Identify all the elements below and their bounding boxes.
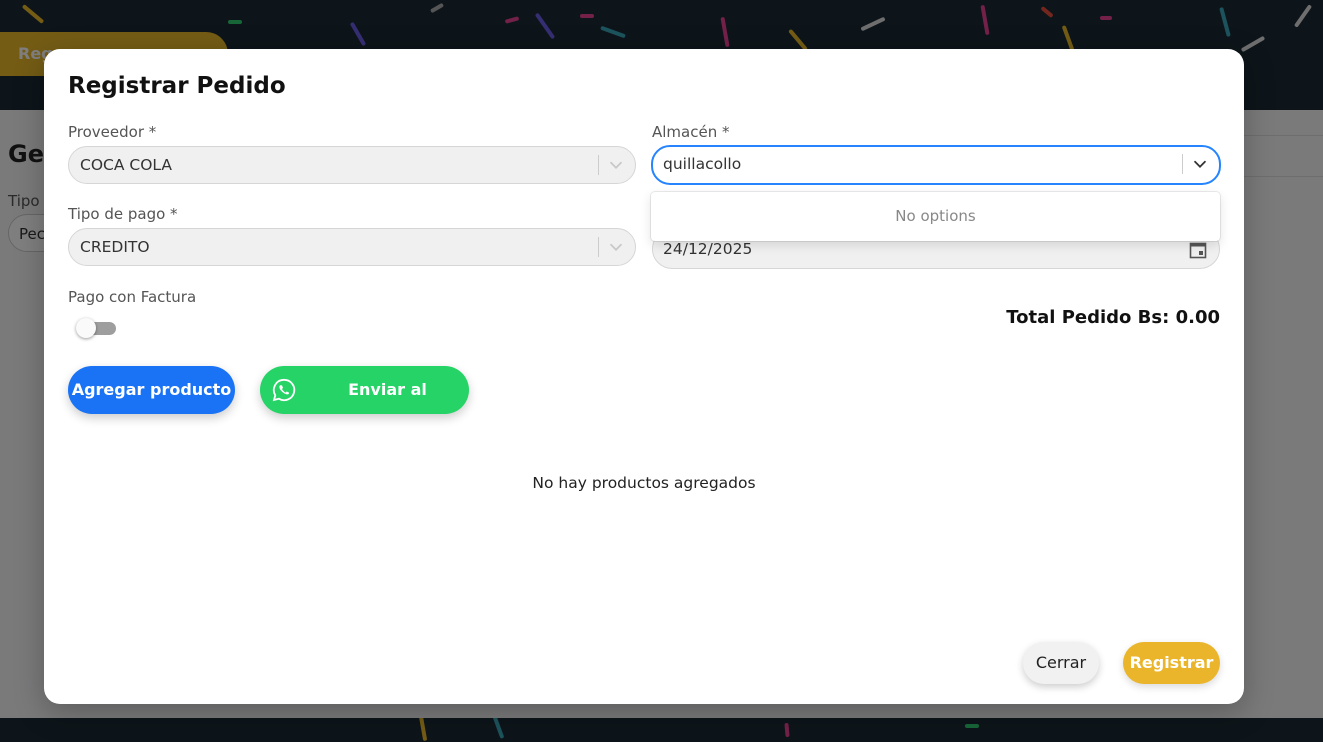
- tipo-pago-select[interactable]: CREDITO: [68, 228, 636, 266]
- send-supplier-label: Enviar al proveedor: [341, 380, 434, 447]
- select-separator: [598, 237, 599, 257]
- chevron-down-icon[interactable]: [607, 156, 625, 174]
- whatsapp-icon: [272, 378, 296, 402]
- proveedor-select[interactable]: COCA COLA: [68, 146, 636, 184]
- register-order-modal: Registrar Pedido Proveedor * COCA COLA A…: [44, 49, 1244, 704]
- almacen-select[interactable]: quillacollo: [651, 145, 1221, 185]
- tipo-pago-value: CREDITO: [80, 238, 150, 256]
- chevron-down-icon[interactable]: [1191, 155, 1209, 173]
- almacen-input[interactable]: quillacollo: [663, 147, 741, 182]
- add-product-button[interactable]: Agregar producto: [68, 366, 235, 414]
- register-button[interactable]: Registrar: [1123, 642, 1220, 684]
- close-button[interactable]: Cerrar: [1023, 642, 1099, 684]
- proveedor-value: COCA COLA: [80, 156, 172, 174]
- calendar-icon[interactable]: [1189, 241, 1207, 259]
- factura-toggle[interactable]: [76, 318, 116, 338]
- select-separator: [598, 155, 599, 175]
- no-options-message: No options: [895, 207, 976, 225]
- empty-products-message: No hay productos agregados: [532, 474, 756, 492]
- chevron-down-icon[interactable]: [607, 238, 625, 256]
- select-separator: [1182, 154, 1183, 174]
- tipo-pago-label: Tipo de pago *: [68, 205, 178, 223]
- toggle-knob: [76, 318, 96, 338]
- send-supplier-button[interactable]: Enviar al proveedor: [260, 366, 469, 447]
- proveedor-label: Proveedor *: [68, 123, 157, 141]
- total-pedido: Total Pedido Bs: 0.00: [1006, 307, 1220, 328]
- modal-title: Registrar Pedido: [68, 73, 286, 99]
- factura-label: Pago con Factura: [68, 288, 197, 306]
- almacen-label: Almacén *: [652, 123, 730, 141]
- almacen-dropdown-menu: No options: [651, 192, 1220, 241]
